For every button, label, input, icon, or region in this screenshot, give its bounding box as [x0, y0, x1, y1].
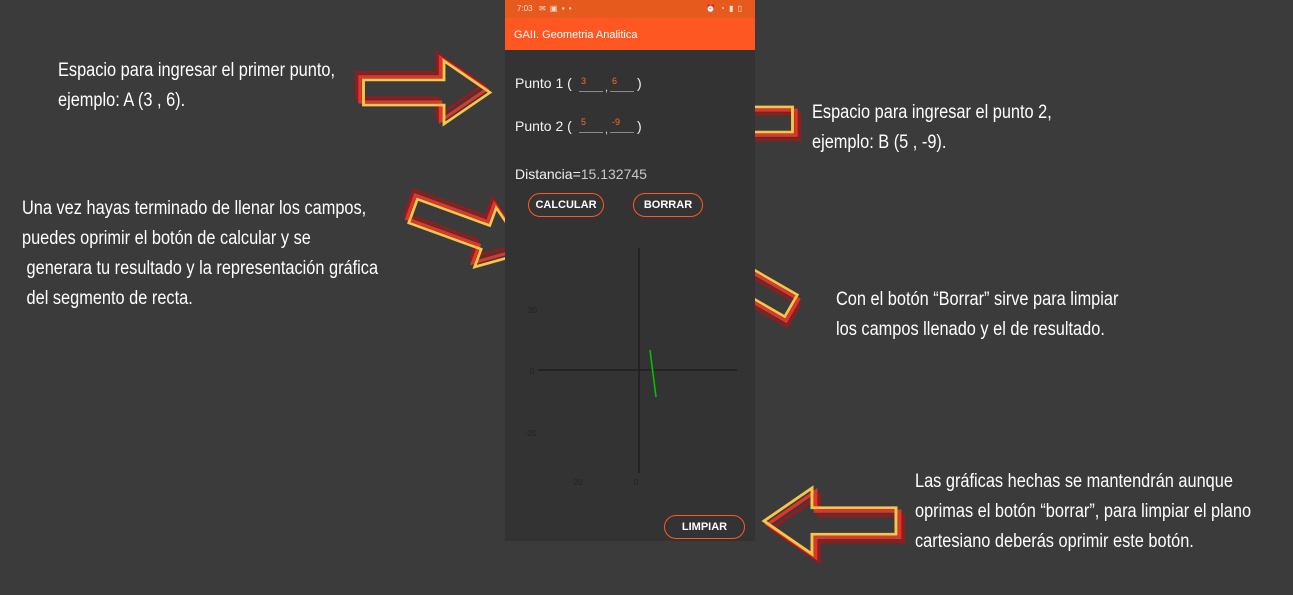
status-bar: 7:03 ✉ ▣ ▪ • ⏰ ◔ ▮ ▯	[505, 0, 755, 18]
annotation-punto1: Espacio para ingresar el primer punto, e…	[58, 60, 336, 111]
distance-label: Distancia=	[515, 166, 581, 182]
x-tick-0: 0	[634, 478, 639, 487]
punto1-label: Punto 1 (	[515, 75, 572, 91]
punto1-close: )	[637, 75, 642, 91]
status-time: 7:03	[517, 4, 533, 13]
punto2-separator: ,	[605, 124, 609, 136]
calcular-button[interactable]: CALCULAR	[528, 193, 604, 217]
app-title: GAII. Geometria Analitica	[514, 29, 638, 41]
punto2-label: Punto 2 (	[515, 118, 572, 134]
annotation-limpiar: Las gráficas hechas se mantendrán aunque…	[915, 471, 1252, 552]
distance-value: 15.132745	[580, 166, 647, 182]
arrow-left-icon	[762, 486, 906, 564]
punto2-close: )	[637, 118, 642, 134]
app-bar: GAII. Geometria Analitica	[505, 18, 755, 50]
annotation-calcular: Una vez hayas terminado de llenar los ca…	[22, 198, 379, 309]
punto1-x-input[interactable]: 3	[579, 76, 603, 92]
y-tick-0: 0	[530, 367, 535, 376]
annotation-punto2: Espacio para ingresar el punto 2, ejempl…	[812, 102, 1052, 153]
arrow-right-icon	[394, 170, 542, 284]
punto1-y-input[interactable]: 6	[610, 76, 634, 92]
arrow-right-icon	[354, 51, 492, 126]
phone-screen: 7:03 ✉ ▣ ▪ • ⏰ ◔ ▮ ▯ GAII. Geometria Ana…	[505, 0, 755, 541]
y-tick-neg20: -20	[525, 429, 537, 438]
x-tick-neg20: -20	[571, 478, 583, 487]
y-tick-20: 20	[528, 306, 537, 315]
annotation-borrar: Con el botón “Borrar” sirve para limpiar…	[836, 289, 1119, 340]
system-icons: ⏰ ◔ ▮ ▯	[705, 4, 743, 13]
cartesian-plot: 20 0 -20 -20 0	[525, 248, 737, 487]
punto2-x-input[interactable]: 5	[579, 117, 603, 133]
segment-line	[649, 349, 657, 398]
punto2-y-input[interactable]: -9	[610, 117, 634, 133]
notification-icons: ✉ ▣ ▪ •	[539, 4, 573, 13]
limpiar-button[interactable]: LIMPIAR	[664, 515, 745, 539]
distance-result: Distancia=15.132745	[515, 166, 647, 182]
borrar-button[interactable]: BORRAR	[633, 193, 703, 217]
punto1-separator: ,	[605, 82, 609, 94]
